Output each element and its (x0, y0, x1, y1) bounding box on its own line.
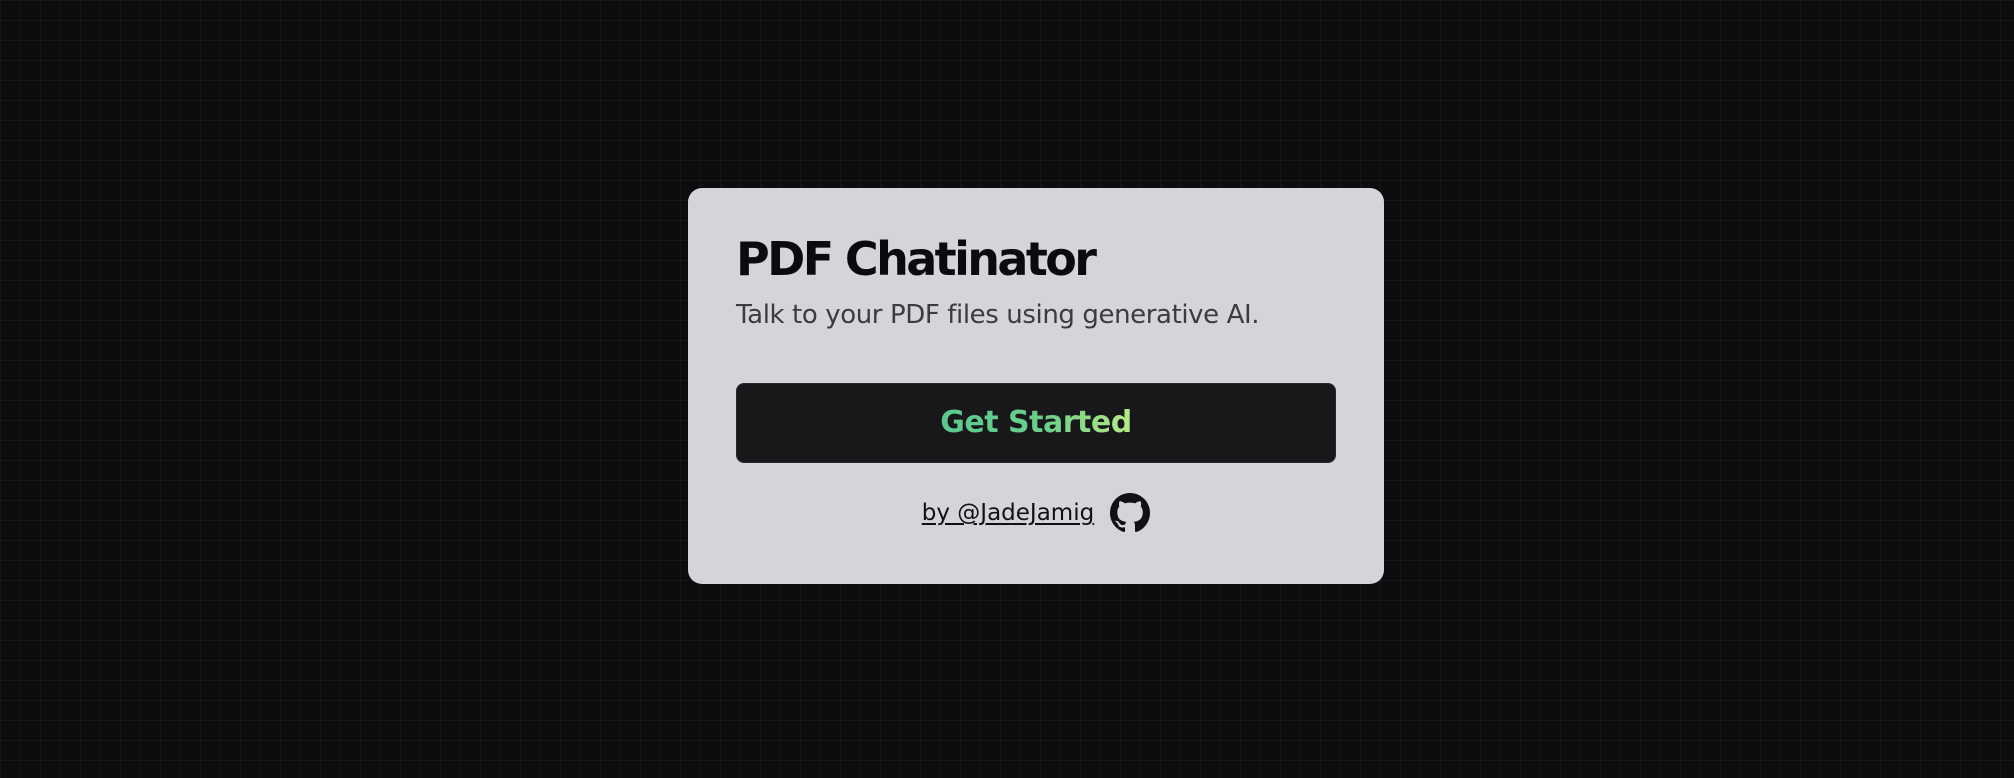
app-title: PDF Chatinator (736, 232, 1097, 286)
welcome-card: PDF Chatinator Talk to your PDF files us… (688, 188, 1384, 584)
get-started-label: Get Started (940, 405, 1132, 441)
get-started-button[interactable]: Get Started (736, 383, 1336, 464)
app-subtitle: Talk to your PDF files using generative … (736, 300, 1260, 330)
author-link[interactable]: by @JadeJamig (922, 500, 1094, 526)
card-footer: by @JadeJamig (736, 493, 1336, 533)
github-icon[interactable] (1110, 493, 1151, 533)
